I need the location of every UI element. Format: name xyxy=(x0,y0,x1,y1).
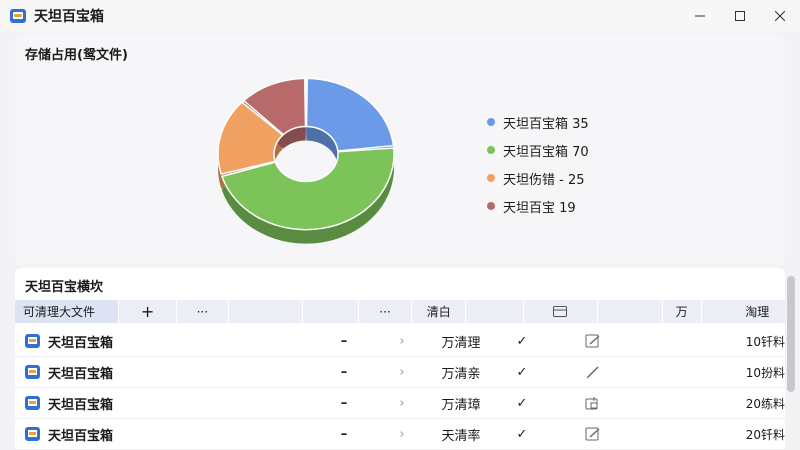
legend-label: 天坦百宝 19 xyxy=(503,200,576,216)
app-logo-icon xyxy=(25,334,40,348)
header-cleanup: 淘理 xyxy=(745,305,770,319)
pen-icon[interactable] xyxy=(553,357,633,388)
row-size: 20钎料 xyxy=(745,427,785,442)
module-panel: 天坦百宝横坎 可清理大文件 + ··· ··· 清白 万 淘理 天坦百宝箱 – › 万… xyxy=(15,268,785,450)
header-cell-empty xyxy=(702,300,730,323)
check-icon: ✓ xyxy=(516,364,528,380)
more-options-button[interactable]: ··· xyxy=(359,300,413,323)
minimize-button[interactable] xyxy=(680,0,720,32)
scrollbar[interactable] xyxy=(787,276,795,392)
legend-dot xyxy=(487,174,495,182)
card-icon xyxy=(553,306,568,317)
minimize-icon xyxy=(695,15,705,17)
legend-item: 天坦百宝箱 70 xyxy=(487,136,589,164)
row-spacer xyxy=(633,326,733,357)
add-button[interactable]: + xyxy=(119,300,177,323)
chevron-right-icon[interactable]: › xyxy=(373,419,431,450)
edit-icon[interactable] xyxy=(553,419,633,450)
row-name: 天坦百宝箱 xyxy=(48,397,114,413)
chevron-right-icon[interactable]: › xyxy=(373,357,431,388)
table-row[interactable]: 天坦百宝箱 – › 万清理 ✓ 10钎料 xyxy=(15,326,785,357)
legend-item: 天坦百宝 19 xyxy=(487,192,589,220)
row-name: 天坦百宝箱 xyxy=(48,366,114,382)
row-status: 天清率 xyxy=(441,428,481,444)
header-card-icon-cell xyxy=(524,300,598,323)
row-status: 万清理 xyxy=(441,335,481,351)
legend-label: 天坦百宝箱 70 xyxy=(503,144,589,160)
export-icon[interactable] xyxy=(553,388,633,419)
row-name-cell: 天坦百宝箱 xyxy=(15,357,315,388)
window-title: 天坦百宝箱 xyxy=(34,9,104,25)
row-name-cell: 天坦百宝箱 xyxy=(15,419,315,450)
chevron-right-icon[interactable]: › xyxy=(373,326,431,357)
storage-card: 存储占用(鸳文件) 天坦百宝箱 35 天坦百宝箱 70 天坦伤错 - 25 天坦百宝 … xyxy=(15,34,785,264)
header-cell-empty xyxy=(466,300,524,323)
maximize-icon xyxy=(735,11,745,21)
edit-icon[interactable] xyxy=(553,326,633,357)
legend-dot xyxy=(487,118,495,126)
more-button[interactable]: ··· xyxy=(177,300,229,323)
row-name-cell: 天坦百宝箱 xyxy=(15,326,315,357)
legend-dot xyxy=(487,202,495,210)
app-logo-icon xyxy=(10,9,26,23)
row-size: 20练料 xyxy=(745,396,785,411)
collapse-button[interactable]: – xyxy=(315,388,373,419)
row-name: 天坦百宝箱 xyxy=(48,428,114,444)
storage-pie-chart xyxy=(217,77,395,244)
collapse-button[interactable]: – xyxy=(315,357,373,388)
app-logo-icon xyxy=(25,365,40,379)
header-status: 清白 xyxy=(412,300,467,323)
check-icon: ✓ xyxy=(516,333,528,349)
table-row[interactable]: 天坦百宝箱 – › 天清率 ✓ 20钎料 xyxy=(15,419,785,450)
header-cell-empty xyxy=(303,300,359,323)
check-icon: ✓ xyxy=(516,395,528,411)
row-status: 万清璋 xyxy=(441,397,481,413)
table-row[interactable]: 天坦百宝箱 – › 万清亲 ✓ 10扮料 xyxy=(15,357,785,388)
header-cell-empty xyxy=(598,300,663,323)
close-icon xyxy=(775,11,785,21)
close-button[interactable] xyxy=(760,0,800,32)
legend-item: 天坦伤错 - 25 xyxy=(487,164,589,192)
chart-legend: 天坦百宝箱 35 天坦百宝箱 70 天坦伤错 - 25 天坦百宝 19 xyxy=(487,108,589,220)
table-row[interactable]: 天坦百宝箱 – › 万清璋 ✓ 20练料 xyxy=(15,388,785,419)
row-spacer xyxy=(633,419,733,450)
maximize-button[interactable] xyxy=(720,0,760,32)
row-size: 10钎料 xyxy=(745,334,785,349)
header-cell-empty xyxy=(229,300,303,323)
check-icon: ✓ xyxy=(516,426,528,442)
legend-item: 天坦百宝箱 35 xyxy=(487,108,589,136)
chevron-right-icon[interactable]: › xyxy=(373,388,431,419)
row-name: 天坦百宝箱 xyxy=(48,335,114,351)
row-spacer xyxy=(633,388,733,419)
header-col10: 万 xyxy=(663,300,702,323)
collapse-button[interactable]: – xyxy=(315,419,373,450)
app-logo-icon xyxy=(25,427,40,441)
title-bar: 天坦百宝箱 xyxy=(0,0,800,32)
window-controls xyxy=(680,0,800,32)
app-logo-icon xyxy=(25,396,40,410)
row-name-cell: 天坦百宝箱 xyxy=(15,388,315,419)
legend-label: 天坦伤错 - 25 xyxy=(503,172,585,188)
collapse-button[interactable]: – xyxy=(315,326,373,357)
legend-label: 天坦百宝箱 35 xyxy=(503,116,589,132)
table-header: 可清理大文件 + ··· ··· 清白 万 淘理 xyxy=(15,300,785,323)
module-title: 天坦百宝横坎 xyxy=(25,280,104,295)
tab-large-files[interactable]: 可清理大文件 xyxy=(15,300,120,323)
row-spacer xyxy=(633,357,733,388)
row-status: 万清亲 xyxy=(441,366,481,382)
legend-dot xyxy=(487,146,495,154)
file-list: 天坦百宝箱 – › 万清理 ✓ 10钎料 天坦百宝箱 – › 万清亲 ✓ 10扮料 天坦百宝箱 – › 万清璋… xyxy=(15,326,785,450)
row-size: 10扮料 xyxy=(745,365,785,380)
